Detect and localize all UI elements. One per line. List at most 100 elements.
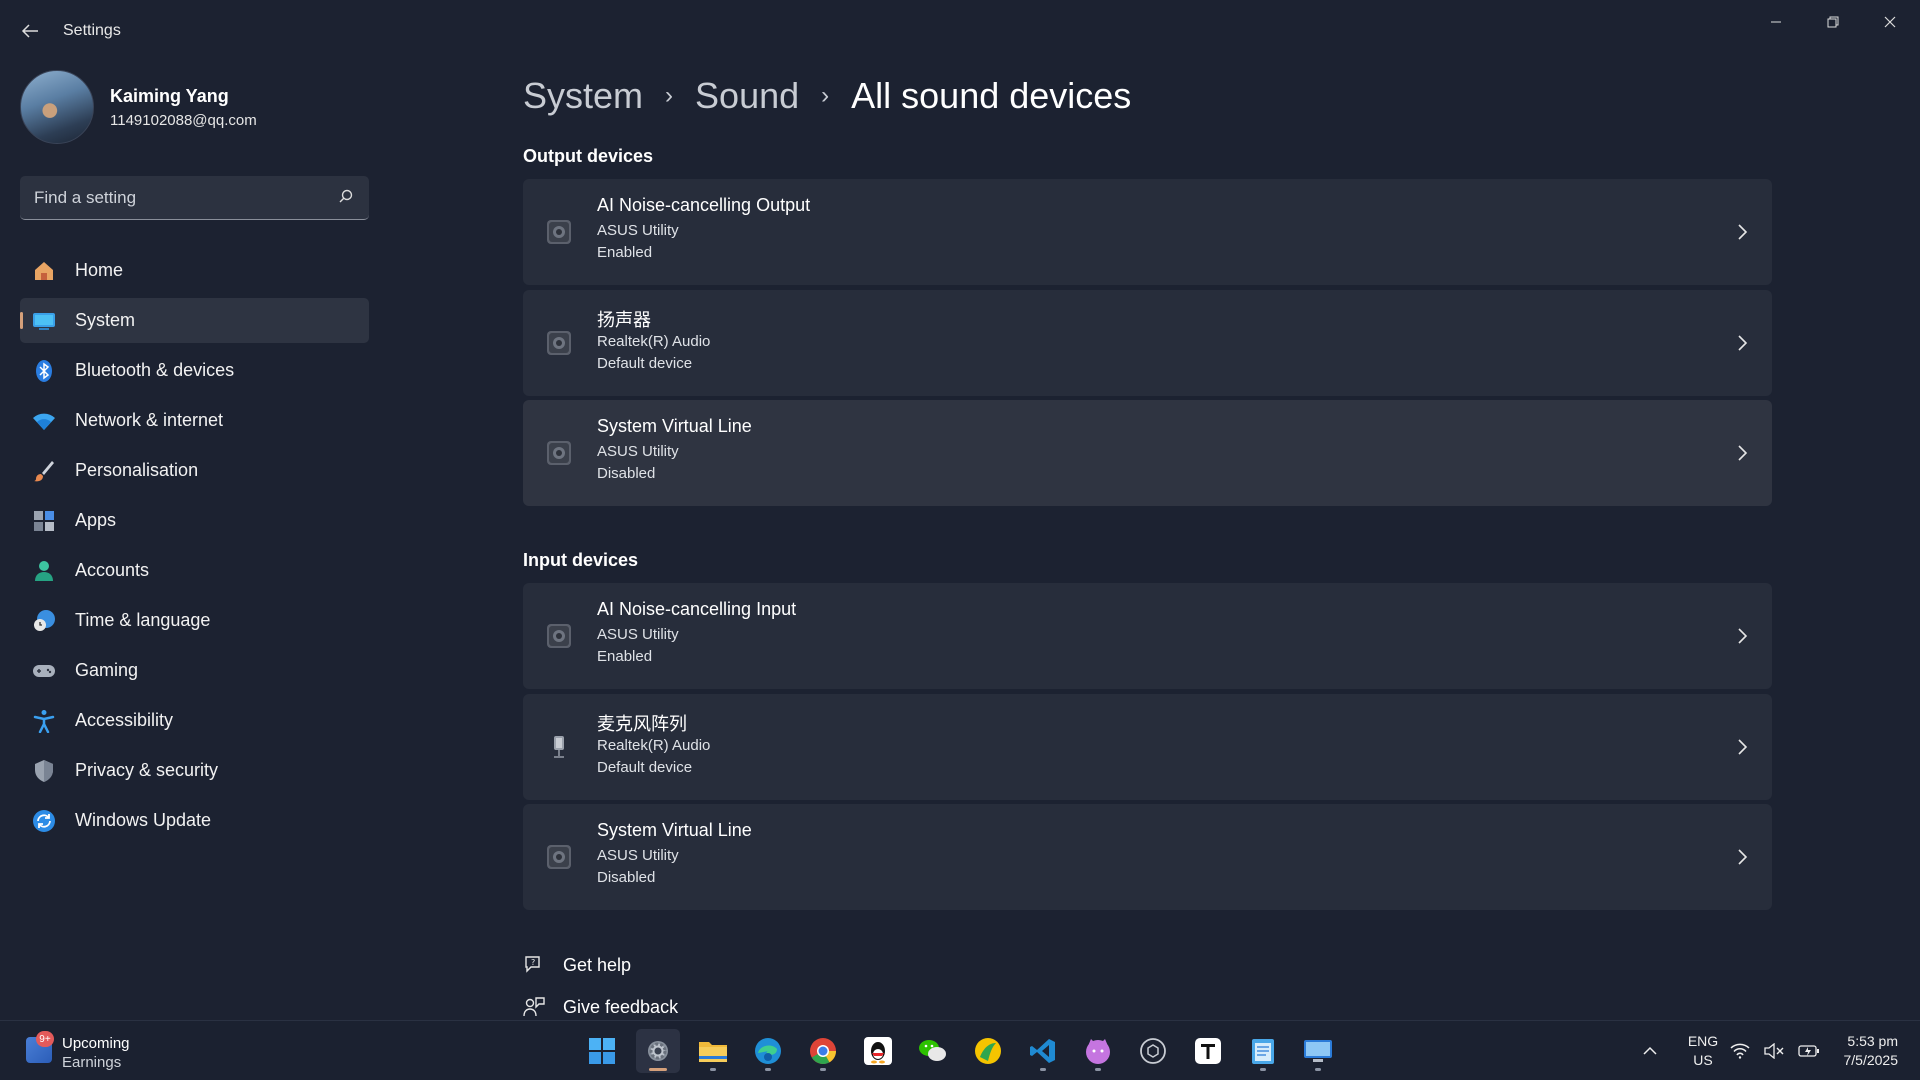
taskbar-file-explorer[interactable] xyxy=(691,1029,735,1073)
show-hidden-icons-button[interactable] xyxy=(1638,1021,1662,1080)
shield-icon xyxy=(32,759,56,783)
minimize-button[interactable] xyxy=(1748,6,1804,38)
user-profile[interactable]: Kaiming Yang 1149102088@qq.com xyxy=(20,70,380,146)
breadcrumb-system[interactable]: System xyxy=(523,75,643,117)
device-name: 扬声器 xyxy=(597,310,651,330)
notification-badge: 9+ xyxy=(36,1031,54,1047)
input-device-card[interactable]: 麦克风阵列 Realtek(R) Audio Default device xyxy=(523,694,1772,800)
restore-button[interactable] xyxy=(1805,6,1861,38)
taskbar-chrome[interactable] xyxy=(801,1029,845,1073)
app-icon xyxy=(975,1038,1001,1064)
battery-charging-icon xyxy=(1798,1045,1819,1057)
sidebar-item-gaming[interactable]: Gaming xyxy=(20,648,369,693)
speaker-icon xyxy=(547,331,571,355)
wifi-status-icon xyxy=(1730,1043,1750,1059)
sidebar-item-accessibility[interactable]: Accessibility xyxy=(20,698,369,743)
device-name: System Virtual Line xyxy=(597,416,752,436)
sidebar-item-network[interactable]: Network & internet xyxy=(20,398,369,443)
chevron-right-icon xyxy=(1738,628,1748,644)
taskbar-openai[interactable] xyxy=(1131,1029,1175,1073)
input-devices-heading: Input devices xyxy=(523,550,639,570)
speaker-icon xyxy=(547,441,571,465)
home-icon xyxy=(32,259,56,283)
sidebar-item-windows-update[interactable]: Windows Update xyxy=(20,798,369,843)
input-device-card[interactable]: AI Noise-cancelling Input ASUS Utility E… xyxy=(523,583,1772,689)
device-status: Disabled xyxy=(597,465,656,482)
output-device-card[interactable]: 扬声器 Realtek(R) Audio Default device xyxy=(523,290,1772,396)
search-input[interactable]: Find a setting xyxy=(20,176,369,220)
svg-text:?: ? xyxy=(531,958,535,967)
taskbar-notepad[interactable] xyxy=(1241,1029,1285,1073)
page-title: All sound devices xyxy=(851,75,1132,116)
taskbar-qq[interactable] xyxy=(856,1029,900,1073)
clock[interactable]: 5:53 pm 7/5/2025 xyxy=(1828,1021,1899,1080)
title-bar: Settings xyxy=(0,0,1920,62)
volume-muted-icon xyxy=(1764,1043,1784,1059)
back-button[interactable] xyxy=(14,16,46,46)
widget-title: Upcoming xyxy=(62,1035,130,1052)
get-help-link[interactable]: ? Get help xyxy=(523,951,631,979)
account-icon xyxy=(32,559,56,583)
taskbar-app[interactable] xyxy=(966,1029,1010,1073)
input-device-card[interactable]: System Virtual Line ASUS Utility Disable… xyxy=(523,804,1772,910)
sidebar-item-label: Windows Update xyxy=(75,810,212,830)
speaker-icon xyxy=(547,845,571,869)
sidebar-item-time-language[interactable]: Time & language xyxy=(20,598,369,643)
running-indicator xyxy=(1315,1068,1321,1071)
taskbar-typora[interactable] xyxy=(1186,1029,1230,1073)
speaker-icon xyxy=(547,624,571,648)
device-vendor: ASUS Utility xyxy=(597,443,679,460)
sidebar-item-apps[interactable]: Apps xyxy=(20,498,369,543)
close-button[interactable] xyxy=(1862,6,1918,38)
search-placeholder: Find a setting xyxy=(34,188,137,207)
sidebar-item-accounts[interactable]: Accounts xyxy=(20,548,369,593)
widgets-button[interactable]: 9+ Upcoming Earnings xyxy=(26,1031,206,1073)
sidebar-item-label: Network & internet xyxy=(75,410,224,430)
taskbar-cat-app[interactable] xyxy=(1076,1029,1120,1073)
notepad-icon xyxy=(1252,1039,1274,1064)
taskbar-edge[interactable] xyxy=(746,1029,790,1073)
breadcrumb-sound[interactable]: Sound xyxy=(695,75,799,117)
sidebar-item-label: Home xyxy=(75,260,124,280)
taskbar-vscode[interactable] xyxy=(1021,1029,1065,1073)
start-button[interactable] xyxy=(580,1029,624,1073)
clock-date: 7/5/2025 xyxy=(1843,1052,1899,1068)
taskbar-wechat[interactable] xyxy=(911,1029,955,1073)
speaker-icon xyxy=(547,220,571,244)
avatar[interactable] xyxy=(20,70,94,144)
device-name: 麦克风阵列 xyxy=(597,714,687,734)
profile-email: 1149102088@qq.com xyxy=(110,112,257,129)
sidebar-item-personalisation[interactable]: Personalisation xyxy=(20,448,369,493)
qq-icon xyxy=(864,1037,892,1065)
typora-icon xyxy=(1195,1038,1221,1064)
output-devices-heading: Output devices xyxy=(523,146,654,166)
sidebar-item-home[interactable]: Home xyxy=(20,248,369,293)
profile-name: Kaiming Yang xyxy=(110,86,229,106)
language-code: ENG xyxy=(1687,1033,1719,1049)
sidebar-item-system[interactable]: System xyxy=(20,298,369,343)
taskbar-settings[interactable] xyxy=(636,1029,680,1073)
running-indicator xyxy=(1260,1068,1266,1071)
remote-desktop-icon xyxy=(1304,1040,1332,1062)
quick-settings-button[interactable] xyxy=(1730,1021,1820,1080)
sidebar-item-privacy-security[interactable]: Privacy & security xyxy=(20,748,369,793)
give-feedback-label: Give feedback xyxy=(563,996,679,1017)
bluetooth-icon xyxy=(32,359,56,383)
input-language-indicator[interactable]: ENG US xyxy=(1683,1021,1723,1080)
sidebar-item-bluetooth[interactable]: Bluetooth & devices xyxy=(20,348,369,393)
wechat-icon xyxy=(919,1040,946,1061)
chevron-right-icon xyxy=(1738,849,1748,865)
device-vendor: Realtek(R) Audio xyxy=(597,333,711,350)
feedback-icon xyxy=(523,997,545,1017)
sidebar-item-label: Privacy & security xyxy=(75,760,219,780)
sidebar-item-label: Time & language xyxy=(75,610,211,630)
accessibility-icon xyxy=(32,709,56,733)
chevron-right-icon: › xyxy=(821,82,830,109)
gamepad-icon xyxy=(32,659,56,683)
give-feedback-link[interactable]: Give feedback xyxy=(523,993,678,1021)
output-device-card[interactable]: AI Noise-cancelling Output ASUS Utility … xyxy=(523,179,1772,285)
output-device-card[interactable]: System Virtual Line ASUS Utility Disable… xyxy=(523,400,1772,506)
widget-subtitle: Earnings xyxy=(62,1054,122,1071)
start-icon xyxy=(589,1038,615,1064)
taskbar-remote-desktop[interactable] xyxy=(1296,1029,1340,1073)
